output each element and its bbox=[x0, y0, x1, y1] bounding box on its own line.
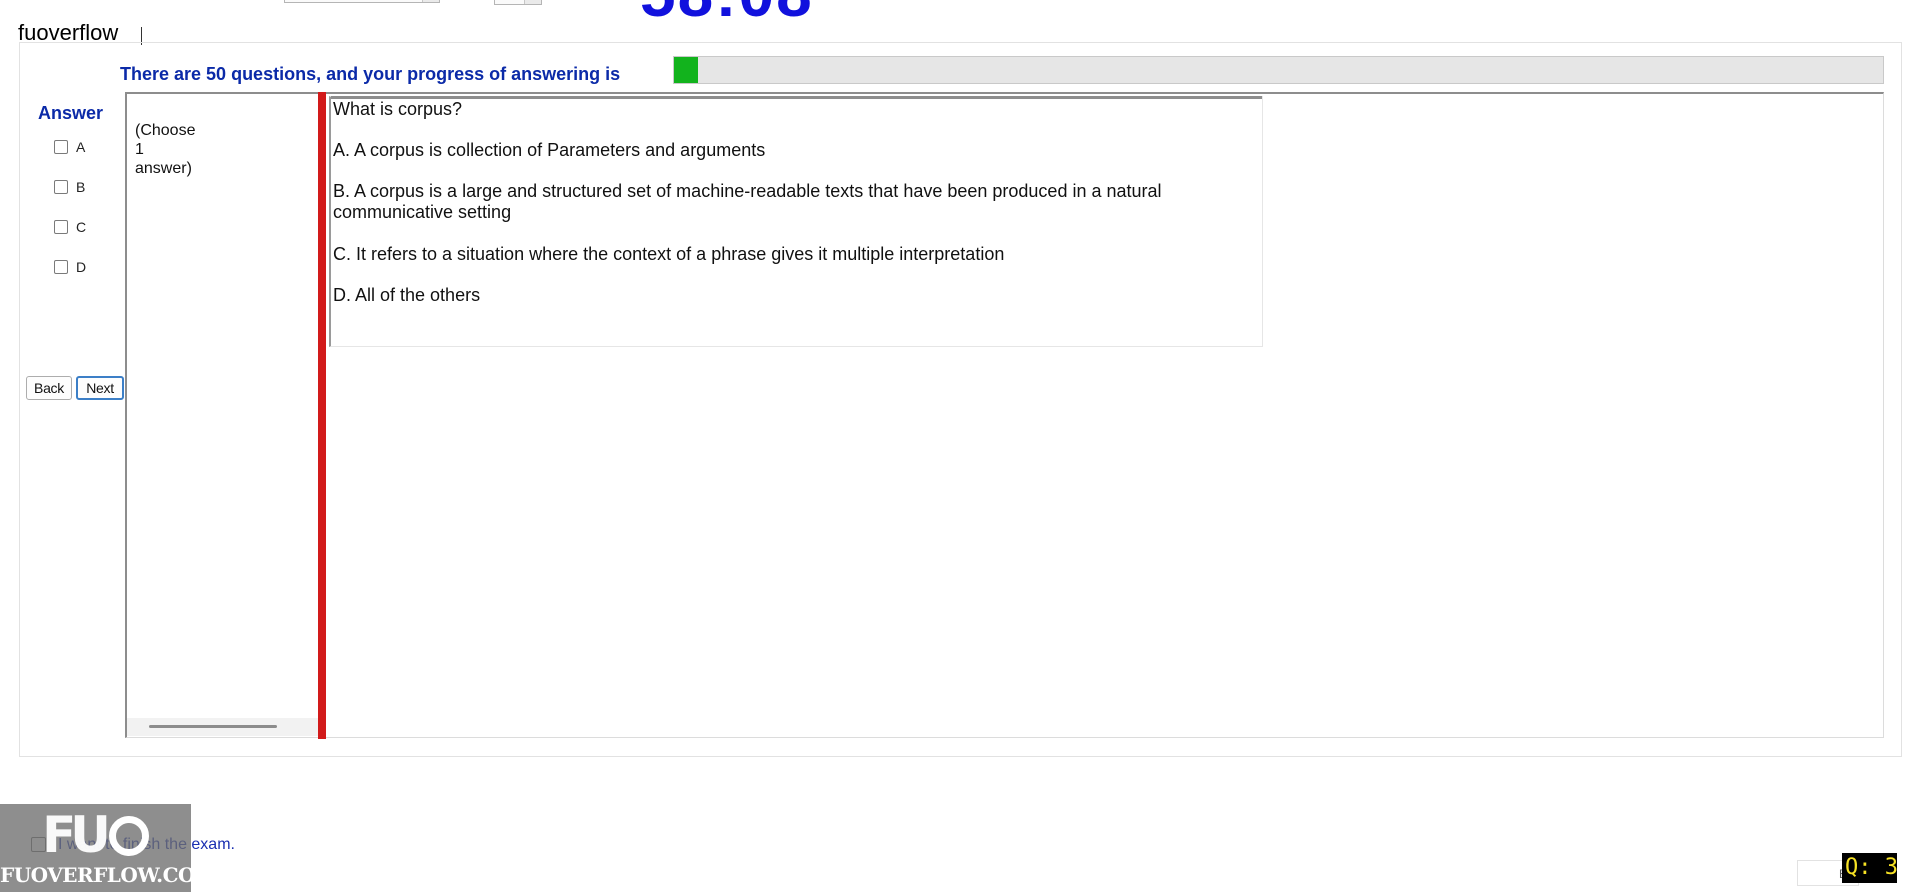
answer-option-label: A bbox=[76, 139, 86, 155]
watermark-site-text: FUOVERFLOW.COM bbox=[0, 863, 217, 887]
answer-option-d[interactable]: D bbox=[54, 259, 86, 275]
watermark: FU FUOVERFLOW.COM bbox=[0, 804, 217, 892]
watermark-logo: FU bbox=[0, 806, 191, 864]
top-dropdown-1[interactable] bbox=[284, 0, 440, 3]
answer-option-label: C bbox=[76, 219, 87, 235]
back-button[interactable]: Back bbox=[26, 376, 72, 400]
progress-bar-fill bbox=[674, 57, 699, 83]
question-counter: Q: 3 bbox=[1842, 853, 1897, 883]
answer-checkbox-a[interactable] bbox=[54, 140, 68, 154]
next-button[interactable]: Next bbox=[76, 376, 124, 400]
answer-checkbox-d[interactable] bbox=[54, 260, 68, 274]
choice-a-text: A. A corpus is collection of Parameters … bbox=[333, 140, 766, 160]
dropdown-arrow-icon bbox=[524, 0, 541, 4]
question-text: What is corpus? bbox=[333, 99, 463, 119]
answer-option-c[interactable]: C bbox=[54, 219, 86, 235]
choice-b-text: B. A corpus is a large and structured se… bbox=[333, 181, 1162, 222]
progress-label: There are 50 questions, and your progres… bbox=[120, 64, 621, 84]
choice-d-text: D. All of the others bbox=[333, 285, 481, 305]
answer-option-label: B bbox=[76, 179, 86, 195]
progress-bar bbox=[673, 56, 1884, 84]
choose-instruction: (Choose 1 answer) bbox=[135, 122, 196, 177]
dropdown-arrow-icon bbox=[422, 0, 439, 2]
answer-checkbox-b[interactable] bbox=[54, 180, 68, 194]
scrollbar-thumb[interactable] bbox=[149, 725, 277, 728]
countdown-timer: 58:08 bbox=[640, 0, 814, 26]
answer-title: Answer bbox=[38, 103, 104, 123]
top-dropdown-2[interactable] bbox=[494, 0, 542, 5]
answer-option-label: D bbox=[76, 259, 87, 275]
panel-splitter[interactable] bbox=[318, 92, 326, 739]
choice-c-text: C. It refers to a situation where the co… bbox=[333, 244, 1005, 264]
horizontal-scrollbar[interactable] bbox=[127, 718, 318, 736]
answer-checkbox-c[interactable] bbox=[54, 220, 68, 234]
answer-option-b[interactable]: B bbox=[54, 179, 85, 195]
answer-option-a[interactable]: A bbox=[54, 139, 85, 155]
